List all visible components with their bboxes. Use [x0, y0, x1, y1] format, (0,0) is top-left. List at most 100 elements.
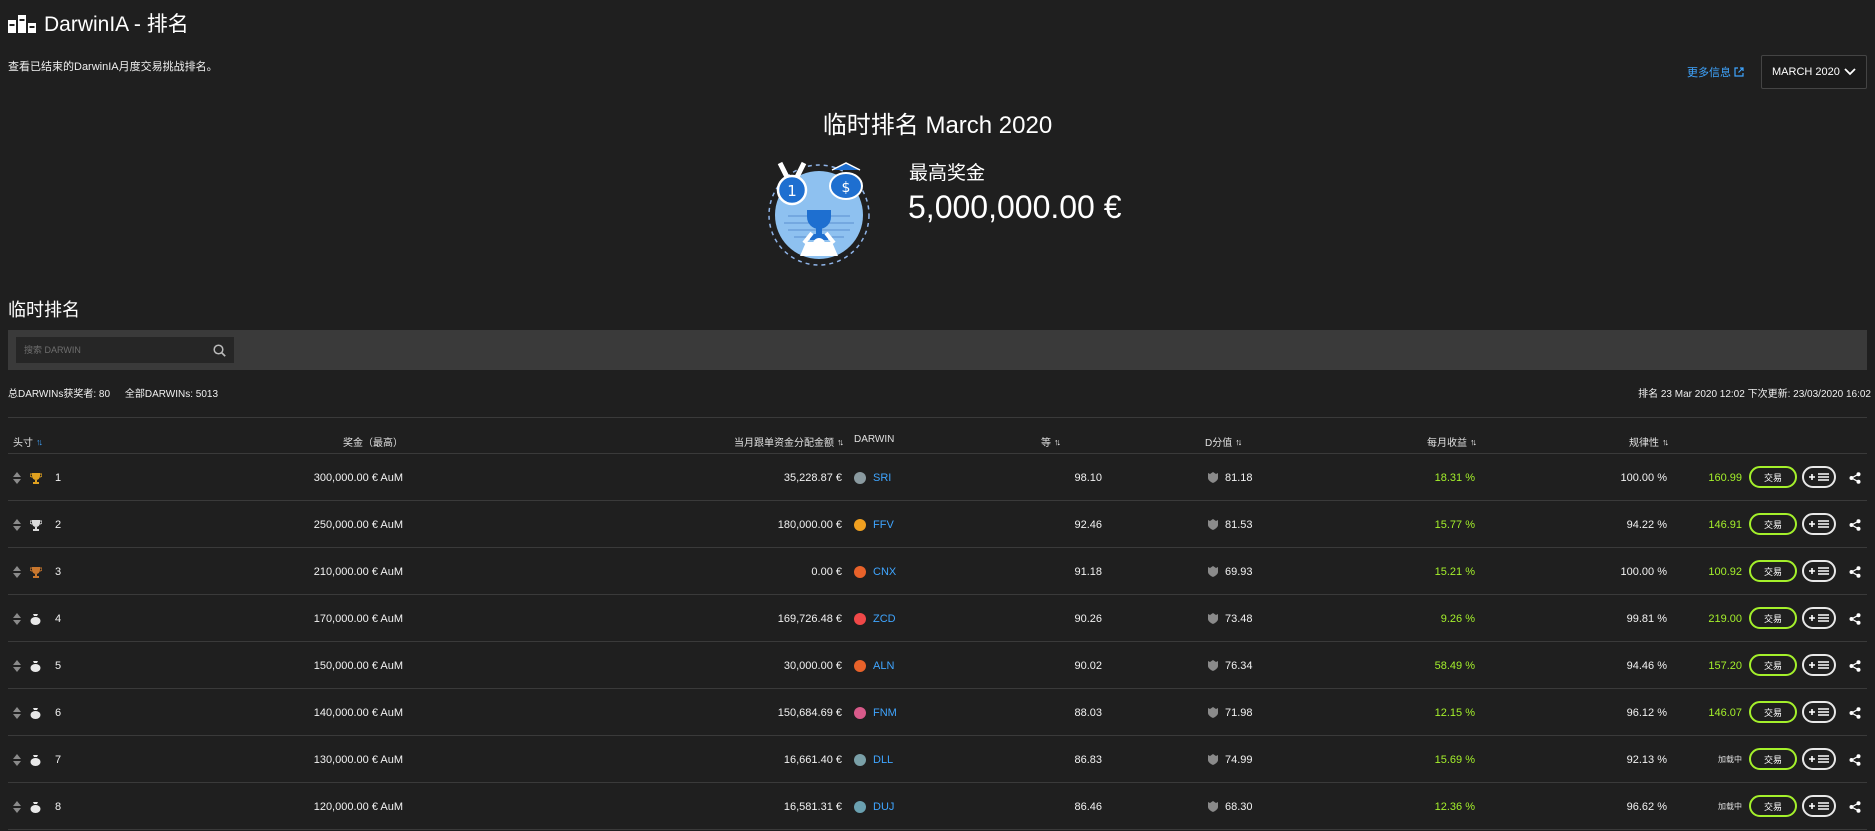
trade-button[interactable]: 交易 — [1749, 795, 1797, 817]
month-select[interactable]: MARCH 2020 — [1761, 55, 1867, 89]
darwin-cell: DLL — [854, 736, 893, 783]
add-list-icon — [1809, 567, 1829, 575]
app-title: DarwinIA - 排名 — [44, 13, 189, 36]
darwin-link[interactable]: FFV — [873, 519, 894, 531]
reorder-arrows-icon — [13, 548, 23, 595]
add-to-list-button[interactable] — [1802, 795, 1836, 817]
reorder-arrows-icon — [13, 689, 23, 736]
trade-button[interactable]: 交易 — [1749, 607, 1797, 629]
column-header-dscore[interactable]: D分值 ↑↓ — [1205, 434, 1242, 450]
allocation-value: 30,000.00 € — [783, 659, 842, 672]
dscore-cell: 76.34 — [1208, 642, 1253, 689]
svg-text:1: 1 — [787, 182, 797, 200]
trade-button[interactable]: 交易 — [1749, 654, 1797, 676]
allocation-value: 16,581.31 € — [783, 800, 842, 813]
prize-value: 170,000.00 € AuM — [313, 612, 403, 625]
darwin-link[interactable]: DLL — [873, 754, 893, 766]
dscore-cell: 81.18 — [1208, 454, 1253, 501]
dscore-cell: 71.98 — [1208, 689, 1253, 736]
search-icon[interactable] — [213, 343, 226, 357]
darwin-link[interactable]: ALN — [873, 660, 894, 672]
add-to-list-button[interactable] — [1802, 701, 1836, 723]
discipline-value: 96.12 % — [1626, 706, 1667, 719]
winner-stats: 总DARWINs获奖者: 80 全部DARWINs: 5013 — [8, 385, 218, 400]
darwin-link[interactable]: DUJ — [873, 801, 894, 813]
column-header-rank[interactable]: 头寸 ↑↓ — [13, 434, 43, 450]
prize-label: 最高奖金 — [909, 163, 986, 184]
share-icon[interactable] — [1848, 642, 1862, 689]
grade-value: 88.03 — [1074, 706, 1102, 719]
trophy-bronze-icon — [30, 548, 42, 595]
column-label-rank: 头寸 — [13, 438, 33, 449]
trade-button[interactable]: 交易 — [1749, 748, 1797, 770]
prize-value: 120,000.00 € AuM — [313, 800, 403, 813]
shield-icon — [1208, 801, 1218, 812]
share-icon[interactable] — [1848, 548, 1862, 595]
darwin-cell: SRI — [854, 454, 891, 501]
svg-text:$: $ — [842, 180, 851, 196]
add-to-list-button[interactable] — [1802, 748, 1836, 770]
more-info-link[interactable]: 更多信息 — [1687, 64, 1744, 80]
column-header-monthly[interactable]: 每月收益 ↑↓ — [1427, 434, 1477, 450]
trade-button[interactable]: 交易 — [1749, 701, 1797, 723]
dscore-value: 69.93 — [1225, 565, 1253, 578]
moneybag-icon — [30, 642, 42, 689]
trade-button[interactable]: 交易 — [1749, 513, 1797, 535]
share-icon[interactable] — [1848, 783, 1862, 830]
rank-number: 8 — [55, 800, 62, 813]
sort-icon: ↑↓ — [36, 436, 43, 447]
allocation-value: 16,661.40 € — [783, 753, 842, 766]
rank-number: 6 — [55, 706, 62, 719]
shield-icon — [1208, 707, 1218, 718]
column-label-dscore: D分值 — [1205, 438, 1233, 449]
add-to-list-button[interactable] — [1802, 607, 1836, 629]
discipline-value: 92.13 % — [1626, 753, 1667, 766]
share-icon[interactable] — [1848, 501, 1862, 548]
page-subtitle: 查看已结束的DarwinIA月度交易挑战排名。 — [8, 61, 218, 73]
prize-value: 140,000.00 € AuM — [313, 706, 403, 719]
moneybag-icon — [30, 783, 42, 830]
share-icon[interactable] — [1848, 454, 1862, 501]
add-to-list-button[interactable] — [1802, 560, 1836, 582]
grade-value: 90.26 — [1074, 612, 1102, 625]
darwin-link[interactable]: ZCD — [873, 613, 896, 625]
external-link-icon — [1734, 67, 1744, 77]
darwin-cell: ALN — [854, 642, 894, 689]
column-header-allocation[interactable]: 当月跟单资金分配金额 ↑↓ — [734, 434, 844, 450]
reorder-arrows-icon — [13, 454, 23, 501]
winners-count: 总DARWINs获奖者: 80 — [8, 389, 111, 400]
share-icon[interactable] — [1848, 595, 1862, 642]
add-to-list-button[interactable] — [1802, 654, 1836, 676]
darwin-color-dot — [854, 800, 866, 813]
column-header-grade[interactable]: 等 ↑↓ — [1041, 434, 1061, 450]
grade-value: 90.02 — [1074, 659, 1102, 672]
app-header: DarwinIA - 排名 — [8, 8, 189, 38]
rank-number: 3 — [55, 565, 62, 578]
trade-button[interactable]: 交易 — [1749, 560, 1797, 582]
dscore-value: 81.53 — [1225, 518, 1253, 531]
prize-value: 250,000.00 € AuM — [313, 518, 403, 531]
column-header-darwin: DARWIN — [854, 434, 894, 445]
darwin-link[interactable]: FNM — [873, 707, 897, 719]
share-icon[interactable] — [1848, 736, 1862, 783]
search-box — [16, 337, 234, 363]
price-value: 146.91 — [1708, 518, 1742, 531]
darwin-link[interactable]: CNX — [873, 566, 896, 578]
trade-button[interactable]: 交易 — [1749, 466, 1797, 488]
add-list-icon — [1809, 614, 1829, 622]
shield-icon — [1208, 613, 1218, 624]
darwin-link[interactable]: SRI — [873, 472, 891, 484]
grade-value: 98.10 — [1074, 471, 1102, 484]
add-to-list-button[interactable] — [1802, 466, 1836, 488]
share-icon[interactable] — [1848, 689, 1862, 736]
table-row: 2 250,000.00 € AuM 180,000.00 € FFV 92.4… — [0, 501, 1875, 548]
grade-value: 91.18 — [1074, 565, 1102, 578]
prize-amount: 5,000,000.00 € — [908, 189, 1122, 225]
search-input[interactable] — [24, 345, 194, 355]
monthly-return-value: 12.36 % — [1434, 800, 1475, 813]
rank-number: 2 — [55, 518, 62, 531]
column-header-discipline[interactable]: 规律性 ↑↓ — [1629, 434, 1669, 450]
add-to-list-button[interactable] — [1802, 513, 1836, 535]
dscore-value: 71.98 — [1225, 706, 1253, 719]
darwin-cell: DUJ — [854, 783, 894, 830]
